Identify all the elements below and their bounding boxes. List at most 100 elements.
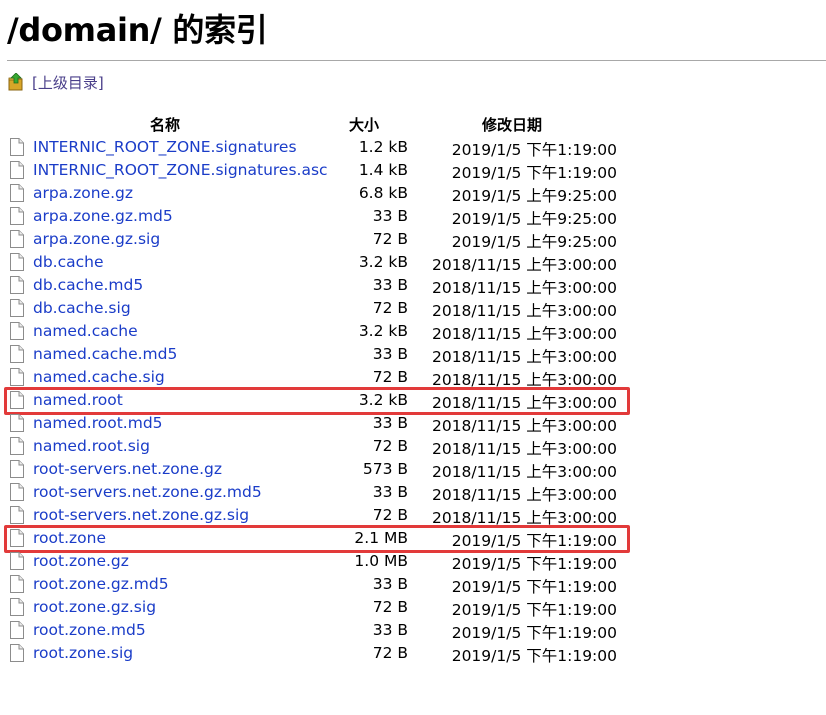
file-row: db.cache 3.2 kB 2018/11/15 上午3:00:00: [0, 252, 826, 275]
file-row: root-servers.net.zone.gz.sig 72 B 2018/11/…: [0, 505, 826, 528]
file-row: named.cache 3.2 kB 2018/11/15 上午3:00:00: [0, 321, 826, 344]
file-modified: 2018/11/15 上午3:00:00: [431, 256, 617, 274]
file-size: 1.2 kB: [358, 138, 408, 156]
file-icon[interactable]: [10, 414, 24, 432]
file-link[interactable]: arpa.zone.gz.sig: [33, 230, 160, 248]
file-size: 2.1 MB: [354, 529, 408, 547]
file-icon[interactable]: [10, 345, 24, 363]
file-link[interactable]: db.cache: [33, 253, 104, 271]
file-row: named.root 3.2 kB 2018/11/15 上午3:00:00: [0, 387, 826, 415]
file-link[interactable]: arpa.zone.gz.md5: [33, 207, 173, 225]
file-row: root.zone.sig 72 B 2019/1/5 下午1:19:00: [0, 643, 826, 666]
file-size: 6.8 kB: [358, 184, 408, 202]
file-icon[interactable]: [10, 437, 24, 455]
file-size: 3.2 kB: [358, 322, 408, 340]
file-icon[interactable]: [10, 138, 24, 156]
file-icon[interactable]: [10, 230, 24, 248]
file-icon[interactable]: [10, 483, 24, 501]
file-link[interactable]: root.zone.sig: [33, 644, 133, 662]
column-header-name: 名称: [150, 116, 181, 134]
file-modified: 2018/11/15 上午3:00:00: [431, 302, 617, 320]
file-link[interactable]: INTERNIC_ROOT_ZONE.signatures.asc: [33, 161, 328, 179]
file-row: INTERNIC_ROOT_ZONE.signatures.asc 1.4 kB 2…: [0, 160, 826, 183]
file-icon[interactable]: [10, 184, 24, 202]
file-icon[interactable]: [10, 598, 24, 616]
file-link[interactable]: named.cache: [33, 322, 138, 340]
file-link[interactable]: named.root.md5: [33, 414, 163, 432]
file-link[interactable]: root.zone.gz.md5: [33, 575, 169, 593]
file-modified: 2019/1/5 下午1:19:00: [451, 647, 617, 665]
file-icon[interactable]: [10, 552, 24, 570]
file-size: 33 B: [372, 575, 408, 593]
file-link[interactable]: named.root: [33, 391, 123, 409]
file-size: 3.2 kB: [358, 253, 408, 271]
file-link[interactable]: named.cache.sig: [33, 368, 165, 386]
file-row: named.cache.md5 33 B 2018/11/15 上午3:00:00: [0, 344, 826, 367]
file-link[interactable]: root-servers.net.zone.gz: [33, 460, 222, 478]
file-row: db.cache.sig 72 B 2018/11/15 上午3:00:00: [0, 298, 826, 321]
file-icon[interactable]: [10, 253, 24, 271]
folder-up-icon[interactable]: [8, 72, 24, 91]
file-icon[interactable]: [10, 621, 24, 639]
file-modified: 2019/1/5 下午1:19:00: [451, 578, 617, 596]
file-size: 33 B: [372, 207, 408, 225]
file-size: 3.2 kB: [358, 391, 408, 409]
file-link[interactable]: root.zone.gz.sig: [33, 598, 156, 616]
file-size: 1.4 kB: [358, 161, 408, 179]
file-row: arpa.zone.gz.sig 72 B 2019/1/5 上午9:25:00: [0, 229, 826, 252]
file-modified: 2019/1/5 上午9:25:00: [451, 187, 617, 205]
file-icon[interactable]: [10, 391, 24, 409]
file-link[interactable]: root-servers.net.zone.gz.md5: [33, 483, 262, 501]
file-link[interactable]: arpa.zone.gz: [33, 184, 133, 202]
file-link[interactable]: root-servers.net.zone.gz.sig: [33, 506, 249, 524]
file-icon[interactable]: [10, 575, 24, 593]
file-icon[interactable]: [10, 529, 24, 547]
file-size: 33 B: [372, 483, 408, 501]
file-icon[interactable]: [10, 322, 24, 340]
file-icon[interactable]: [10, 368, 24, 386]
file-modified: 2018/11/15 上午3:00:00: [431, 486, 617, 504]
file-icon[interactable]: [10, 460, 24, 478]
file-size: 33 B: [372, 276, 408, 294]
file-size: 72 B: [372, 368, 408, 386]
file-row: arpa.zone.gz 6.8 kB 2019/1/5 上午9:25:00: [0, 183, 826, 206]
parent-directory-link[interactable]: [上级目录]: [32, 72, 104, 93]
file-link[interactable]: root.zone.gz: [33, 552, 129, 570]
file-icon[interactable]: [10, 276, 24, 294]
file-link[interactable]: db.cache.sig: [33, 299, 131, 317]
file-row: root.zone.md5 33 B 2019/1/5 下午1:19:00: [0, 620, 826, 643]
file-icon[interactable]: [10, 207, 24, 225]
file-link[interactable]: root.zone.md5: [33, 621, 146, 639]
file-modified: 2019/1/5 上午9:25:00: [451, 210, 617, 228]
page-title: /domain/ 的索引: [7, 11, 268, 49]
file-modified: 2019/1/5 上午9:25:00: [451, 233, 617, 251]
file-size: 72 B: [372, 644, 408, 662]
file-row: arpa.zone.gz.md5 33 B 2019/1/5 上午9:25:00: [0, 206, 826, 229]
file-modified: 2019/1/5 下午1:19:00: [451, 624, 617, 642]
file-modified: 2019/1/5 下午1:19:00: [451, 601, 617, 619]
file-row: named.root.md5 33 B 2018/11/15 上午3:00:00: [0, 413, 826, 436]
file-row: named.root.sig 72 B 2018/11/15 上午3:00:00: [0, 436, 826, 459]
file-icon[interactable]: [10, 299, 24, 317]
file-icon[interactable]: [10, 644, 24, 662]
file-icon[interactable]: [10, 161, 24, 179]
file-link[interactable]: INTERNIC_ROOT_ZONE.signatures: [33, 138, 297, 156]
file-link[interactable]: root.zone: [33, 529, 106, 547]
file-link[interactable]: named.root.sig: [33, 437, 150, 455]
file-size: 33 B: [372, 621, 408, 639]
file-list: INTERNIC_ROOT_ZONE.signatures 1.2 kB 2019/…: [0, 137, 826, 666]
file-row: root.zone.gz.md5 33 B 2019/1/5 下午1:19:00: [0, 574, 826, 597]
file-row: named.cache.sig 72 B 2018/11/15 上午3:00:00: [0, 367, 826, 390]
file-link[interactable]: named.cache.md5: [33, 345, 177, 363]
file-size: 33 B: [372, 414, 408, 432]
file-size: 72 B: [372, 437, 408, 455]
file-size: 573 B: [362, 460, 408, 478]
column-header-modified: 修改日期: [482, 116, 543, 134]
file-icon[interactable]: [10, 506, 24, 524]
file-size: 72 B: [372, 598, 408, 616]
file-link[interactable]: db.cache.md5: [33, 276, 143, 294]
file-row: root.zone 2.1 MB 2019/1/5 下午1:19:00: [0, 525, 826, 553]
header-divider: [7, 60, 826, 61]
file-modified: 2018/11/15 上午3:00:00: [431, 509, 617, 527]
file-modified: 2018/11/15 上午3:00:00: [431, 279, 617, 297]
